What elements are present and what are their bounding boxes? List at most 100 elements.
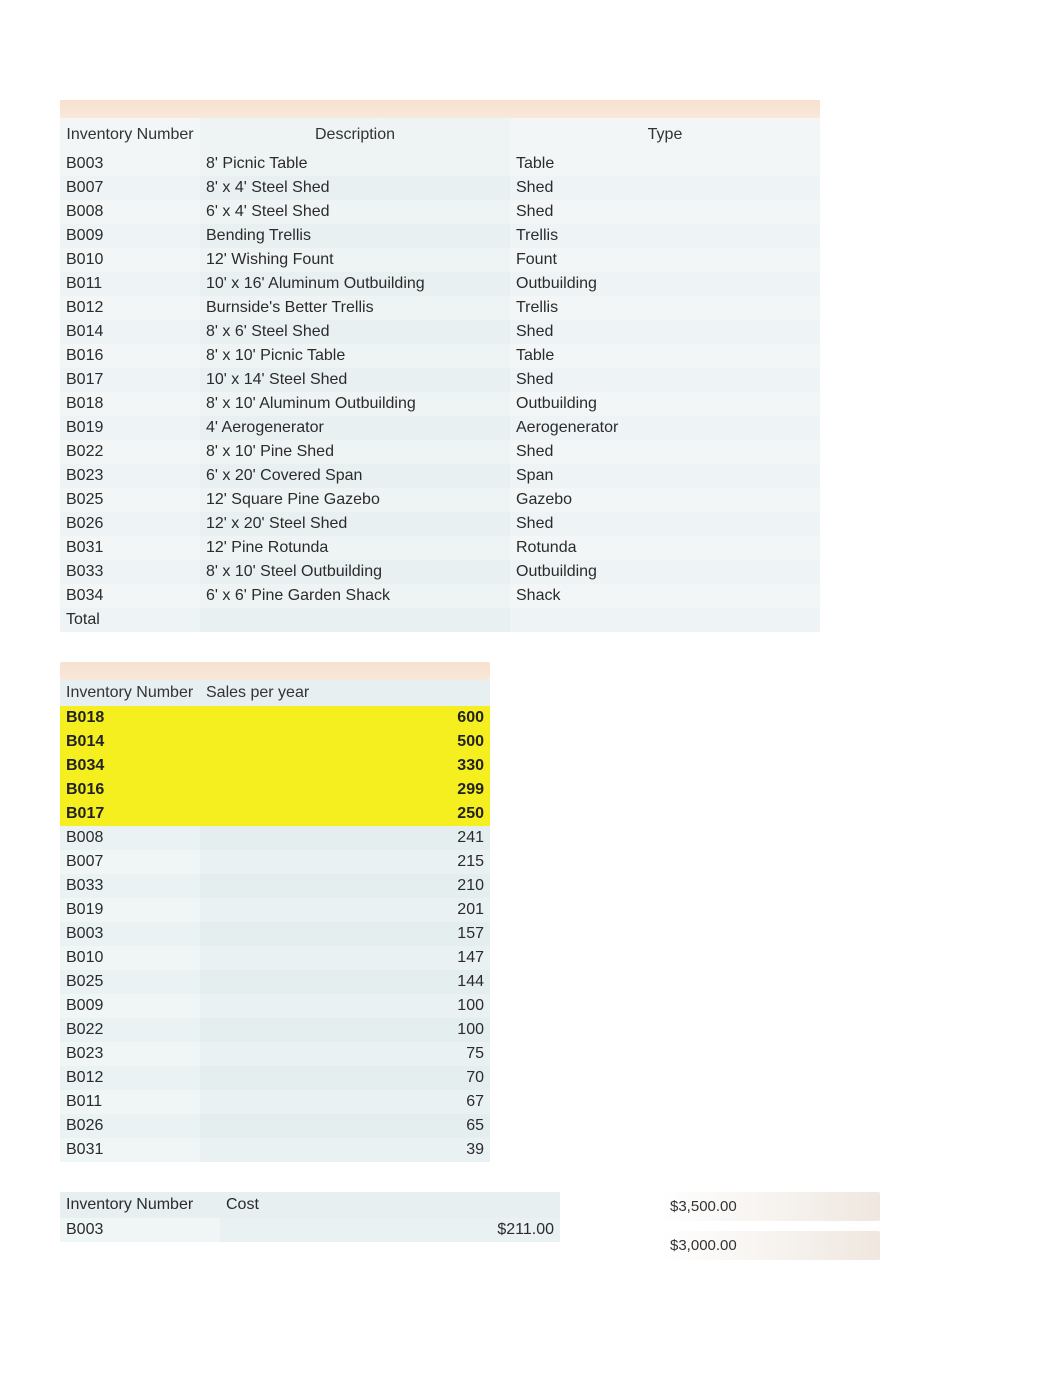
cell-sales-value: 157 [200, 922, 490, 946]
cell-inventory-number: B010 [60, 248, 200, 272]
table2-header-row: Inventory Number Sales per year [60, 680, 490, 706]
col-type: Type [510, 118, 820, 152]
cell-inventory-number: B018 [60, 706, 200, 730]
cell-inventory-number: B016 [60, 344, 200, 368]
table-row: B02665 [60, 1114, 490, 1138]
table-row: B034330 [60, 754, 490, 778]
table3-header-row: Inventory Number Cost [60, 1192, 560, 1218]
cell-inventory-number: B014 [60, 320, 200, 344]
table-row: B007215 [60, 850, 490, 874]
cell-inventory-number: B023 [60, 464, 200, 488]
cell-inventory-number: B026 [60, 512, 200, 536]
cell-sales-value: 67 [200, 1090, 490, 1114]
cell-inventory-number: B017 [60, 368, 200, 392]
table-row: B019201 [60, 898, 490, 922]
cell-type: Shed [510, 440, 820, 464]
table2-top-bar [60, 662, 490, 680]
cell-sales-value: 600 [200, 706, 490, 730]
cell-inventory-number: B025 [60, 970, 200, 994]
cell-sales-value: 100 [200, 994, 490, 1018]
cell-description: 10' x 14' Steel Shed [200, 368, 510, 392]
cell-description: 8' x 10' Aluminum Outbuilding [200, 392, 510, 416]
cell-inventory-number: B022 [60, 1018, 200, 1042]
cell-type: Shed [510, 512, 820, 536]
table-row: B008241 [60, 826, 490, 850]
cell-sales-value: 100 [200, 1018, 490, 1042]
cell-type: Shed [510, 320, 820, 344]
cell-inventory-number: B003 [60, 1218, 220, 1242]
cell-inventory-number: B018 [60, 392, 200, 416]
cell-sales-value: 330 [200, 754, 490, 778]
cell-inventory-number: B011 [60, 1090, 200, 1114]
table-row: B0078' x 4' Steel ShedShed [60, 176, 820, 200]
cell-type: Table [510, 152, 820, 176]
cell-inventory-number: B012 [60, 1066, 200, 1090]
table-row: B0086' x 4' Steel ShedShed [60, 200, 820, 224]
cell-sales-value: 39 [200, 1138, 490, 1162]
cell-inventory-number: B034 [60, 584, 200, 608]
table-row: B012Burnside's Better TrellisTrellis [60, 296, 820, 320]
cell-description: 8' x 10' Pine Shed [200, 440, 510, 464]
cell-type: Outbuilding [510, 392, 820, 416]
table-row: B0148' x 6' Steel ShedShed [60, 320, 820, 344]
sales-per-year-table: Inventory Number Sales per year B018600B… [60, 662, 1002, 1162]
cell-inventory-number: B008 [60, 200, 200, 224]
cell-description: 8' x 6' Steel Shed [200, 320, 510, 344]
cell-type: Outbuilding [510, 272, 820, 296]
table-row: B0346' x 6' Pine Garden ShackShack [60, 584, 820, 608]
cell-inventory-number: B022 [60, 440, 200, 464]
cell-total-label: Total [60, 608, 200, 632]
col-inventory-number: Inventory Number [60, 118, 200, 152]
cell-description: 6' x 20' Covered Span [200, 464, 510, 488]
table-row: B0236' x 20' Covered SpanSpan [60, 464, 820, 488]
cell-description: 12' x 20' Steel Shed [200, 512, 510, 536]
cell-inventory-number: B008 [60, 826, 200, 850]
cell-inventory-number: B034 [60, 754, 200, 778]
table-row: B02612' x 20' Steel ShedShed [60, 512, 820, 536]
cell-inventory-number: B007 [60, 850, 200, 874]
cell-type: Span [510, 464, 820, 488]
table-row: B02512' Square Pine GazeboGazebo [60, 488, 820, 512]
cell-sales-value: 241 [200, 826, 490, 850]
table-row-total: Total [60, 608, 820, 632]
table1-top-bar [60, 100, 820, 118]
cell-type: Shed [510, 200, 820, 224]
amount-value: $3,500.00 [660, 1192, 880, 1221]
table-row: B033210 [60, 874, 490, 898]
cell-sales-value: 250 [200, 802, 490, 826]
cell-type: Rotunda [510, 536, 820, 560]
col-inventory-number: Inventory Number [60, 1192, 220, 1218]
cell-inventory-number: B003 [60, 152, 200, 176]
cell-cost-value: $211.00 [220, 1218, 560, 1242]
cell-description: 12' Pine Rotunda [200, 536, 510, 560]
table-row: B022100 [60, 1018, 490, 1042]
cell-sales-value: 144 [200, 970, 490, 994]
cell-type: Table [510, 344, 820, 368]
cell-sales-value: 70 [200, 1066, 490, 1090]
table-row: B003157 [60, 922, 490, 946]
cell-description: 8' x 10' Picnic Table [200, 344, 510, 368]
cell-inventory-number: B031 [60, 536, 200, 560]
col-inventory-number: Inventory Number [60, 680, 200, 706]
table-row: B010147 [60, 946, 490, 970]
cell-inventory-number: B014 [60, 730, 200, 754]
cell-inventory-number: B026 [60, 1114, 200, 1138]
cell-inventory-number: B012 [60, 296, 200, 320]
cell-type: Shed [510, 176, 820, 200]
table-row: B003$211.00 [60, 1218, 560, 1242]
cell-sales-value: 201 [200, 898, 490, 922]
cell-inventory-number: B017 [60, 802, 200, 826]
table-row: B0188' x 10' Aluminum OutbuildingOutbuil… [60, 392, 820, 416]
table-row: B0338' x 10' Steel OutbuildingOutbuildin… [60, 560, 820, 584]
col-sales-per-year: Sales per year [200, 680, 490, 706]
cost-table: Inventory Number Cost B003$211.00 [60, 1192, 560, 1242]
table-row: B016299 [60, 778, 490, 802]
cell-type: Shack [510, 584, 820, 608]
table-row: B014500 [60, 730, 490, 754]
cell-description: 8' x 10' Steel Outbuilding [200, 560, 510, 584]
col-description: Description [200, 118, 510, 152]
cell-sales-value: 500 [200, 730, 490, 754]
table-row: B0228' x 10' Pine ShedShed [60, 440, 820, 464]
cell-description: 6' x 6' Pine Garden Shack [200, 584, 510, 608]
cell-inventory-number: B016 [60, 778, 200, 802]
